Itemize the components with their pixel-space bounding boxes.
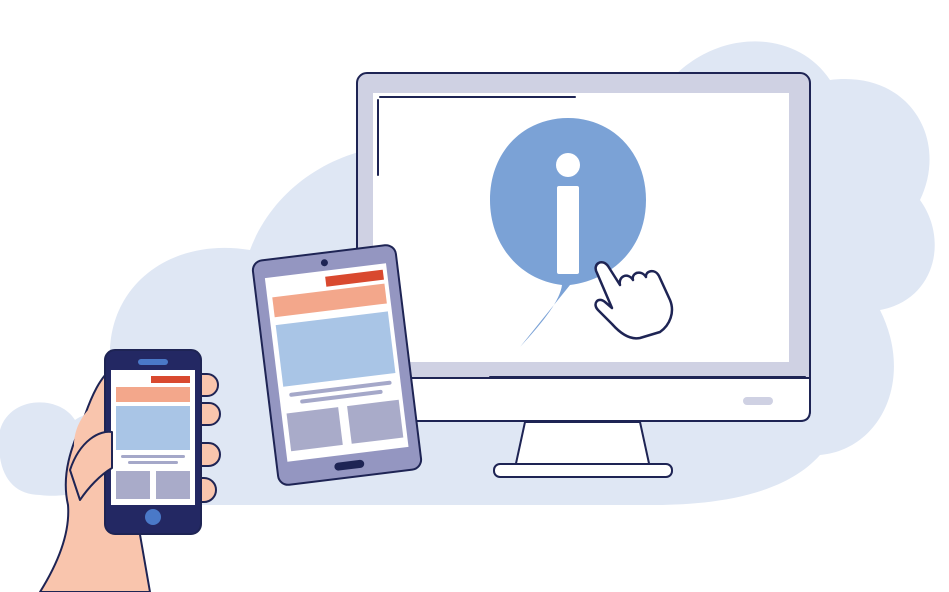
monitor-power-indicator: [743, 397, 773, 405]
responsive-devices-illustration: [0, 41, 935, 592]
tablet-icon: [251, 244, 423, 486]
smartphone-icon: [104, 349, 202, 535]
